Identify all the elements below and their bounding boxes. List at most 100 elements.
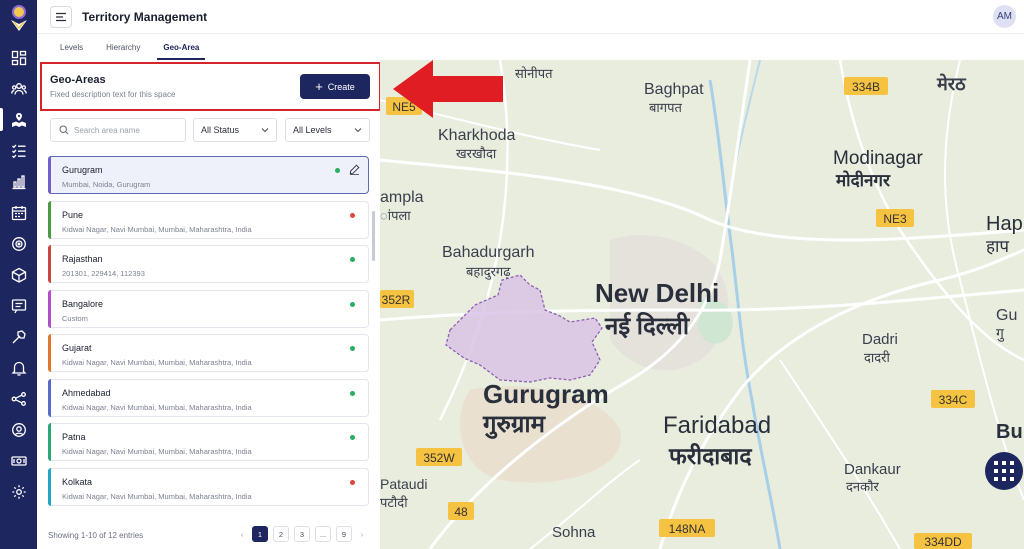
list-item[interactable]: Kolkata Kidwai Nagar, Navi Mumbai, Mumba… [48, 467, 369, 506]
item-name: Gujarat [62, 343, 92, 353]
map-label: Hap [986, 213, 1023, 235]
map-label: Gurugram [483, 379, 609, 409]
geo-area-list: Gurugram Mumbai, Noida, Gurugram Pune Ki… [48, 156, 369, 506]
status-dot [350, 435, 355, 440]
map-label: सोनीपत [515, 66, 553, 81]
dashboard-icon[interactable] [0, 42, 37, 73]
map-canvas[interactable]: सोनीपत मेरठ Baghpat बागपत Kharkhoda खरखौ… [380, 60, 1024, 549]
app-logo-icon[interactable] [6, 4, 32, 34]
road-shield: 334DD [914, 533, 972, 549]
menu-toggle-button[interactable] [50, 5, 72, 28]
road-shield: 334C [931, 390, 975, 408]
search-box[interactable] [50, 118, 186, 142]
edit-icon[interactable] [349, 164, 360, 175]
status-dot [335, 168, 340, 173]
item-name: Patna [62, 432, 86, 442]
list-item[interactable]: Bangalore Custom [48, 289, 369, 328]
map-label: Baghpat [644, 81, 704, 98]
svg-text:48: 48 [454, 505, 468, 519]
territory-icon[interactable] [0, 104, 37, 135]
status-dot [350, 390, 355, 396]
item-name: Pune [62, 209, 84, 220]
workflow-icon[interactable] [0, 383, 37, 414]
svg-text:352W: 352W [423, 451, 455, 465]
calendar-icon[interactable] [0, 197, 37, 228]
map-label: हाप [986, 237, 1009, 256]
search-input[interactable] [74, 125, 174, 135]
map-label: खरखौदा [456, 146, 497, 161]
entries-info: Showing 1-10 of 12 entries [48, 531, 144, 540]
prev-page-button[interactable]: ‹ [237, 526, 247, 542]
status-dot [350, 301, 355, 307]
checklist-icon[interactable] [0, 135, 37, 166]
svg-text:148NA: 148NA [669, 522, 706, 536]
list-item[interactable]: Rajasthan 201301, 229414, 112393 [48, 245, 369, 283]
list-scrollbar[interactable] [372, 156, 375, 506]
map-label: Modinagar [833, 148, 923, 169]
avatar[interactable]: AM [993, 5, 1016, 28]
item-name: Bangalore [62, 298, 104, 309]
analytics-icon[interactable] [0, 166, 37, 197]
map-label: फरीदाबाद [668, 442, 752, 469]
tab-levels[interactable]: Levels [60, 43, 83, 60]
svg-text:334DD: 334DD [924, 535, 962, 549]
users-icon[interactable] [0, 73, 37, 104]
item-sub: Kidwai Nagar, Navi Mumbai, Mumbai, Mahar… [62, 224, 252, 234]
list-item[interactable]: Patna Kidwai Nagar, Navi Mumbai, Mumbai,… [48, 423, 369, 461]
next-page-button[interactable]: › [357, 526, 367, 542]
item-sub: Kidwai Nagar, Navi Mumbai, Mumbai, Mahar… [62, 402, 252, 412]
map-label: दनकौर [846, 479, 879, 494]
item-sub: Kidwai Nagar, Navi Mumbai, Mumbai, Mahar… [62, 447, 252, 456]
map-label: Pataudi [380, 476, 427, 492]
filter-bar: All Status All Levels [50, 118, 370, 142]
page-button[interactable]: 2 [273, 526, 289, 542]
list-item[interactable]: Pune Kidwai Nagar, Navi Mumbai, Mumbai, … [48, 200, 369, 239]
app-launcher-button[interactable] [985, 452, 1023, 490]
color-stripe [48, 200, 51, 239]
road-shield: 352R [380, 290, 414, 308]
page-button[interactable]: 9 [336, 526, 352, 542]
message-icon[interactable] [0, 290, 37, 321]
level-filter-select[interactable]: All Levels [285, 118, 370, 142]
page-button[interactable]: 1 [252, 526, 268, 542]
hammer-icon[interactable] [0, 321, 37, 352]
item-sub: Kidwai Nagar, Navi Mumbai, Mumbai, Mahar… [62, 358, 252, 367]
create-button[interactable]: + Create [300, 74, 370, 99]
tab-geo-area[interactable]: Geo-Area [157, 43, 206, 60]
item-sub: Mumbai, Noida, Gurugram [62, 180, 151, 189]
map-label: बहादुरगढ़ [466, 264, 511, 280]
money-icon[interactable] [0, 445, 37, 476]
page-button[interactable]: 3 [294, 526, 310, 542]
road-shield: 352W [416, 448, 462, 466]
chevron-down-icon [354, 128, 362, 133]
create-button-label: Create [327, 81, 355, 92]
tab-hierarchy[interactable]: Hierarchy [106, 43, 140, 60]
plus-icon: + [315, 79, 323, 94]
target-icon[interactable] [0, 228, 37, 259]
list-item[interactable]: Ahmedabad Kidwai Nagar, Navi Mumbai, Mum… [48, 378, 369, 417]
svg-text:352R: 352R [382, 293, 411, 307]
level-filter-value: All Levels [293, 125, 332, 135]
item-name: Rajasthan [62, 254, 103, 264]
color-stripe [48, 378, 51, 417]
road-shield: 48 [448, 502, 474, 520]
page-title: Territory Management [82, 9, 208, 24]
support-icon[interactable] [0, 414, 37, 445]
scrollbar-thumb[interactable] [372, 211, 375, 261]
status-dot [350, 212, 355, 218]
bell-icon[interactable] [0, 352, 37, 383]
list-item[interactable]: Gujarat Kidwai Nagar, Navi Mumbai, Mumba… [48, 334, 369, 372]
svg-text:334B: 334B [852, 80, 880, 94]
hamburger-icon [56, 12, 66, 21]
status-filter-value: All Status [201, 125, 240, 135]
status-filter-select[interactable]: All Status [193, 118, 277, 142]
geo-areas-title: Geo-Areas [50, 74, 106, 86]
status-dot [350, 479, 355, 485]
package-icon[interactable] [0, 259, 37, 290]
color-stripe [48, 289, 51, 328]
list-item[interactable]: Gurugram Mumbai, Noida, Gurugram [48, 156, 369, 194]
map-view[interactable]: सोनीपत मेरठ Baghpat बागपत Kharkhoda खरखौ… [380, 60, 1024, 549]
status-dot [350, 346, 355, 351]
settings-icon[interactable] [0, 476, 37, 507]
color-stripe [48, 334, 51, 372]
